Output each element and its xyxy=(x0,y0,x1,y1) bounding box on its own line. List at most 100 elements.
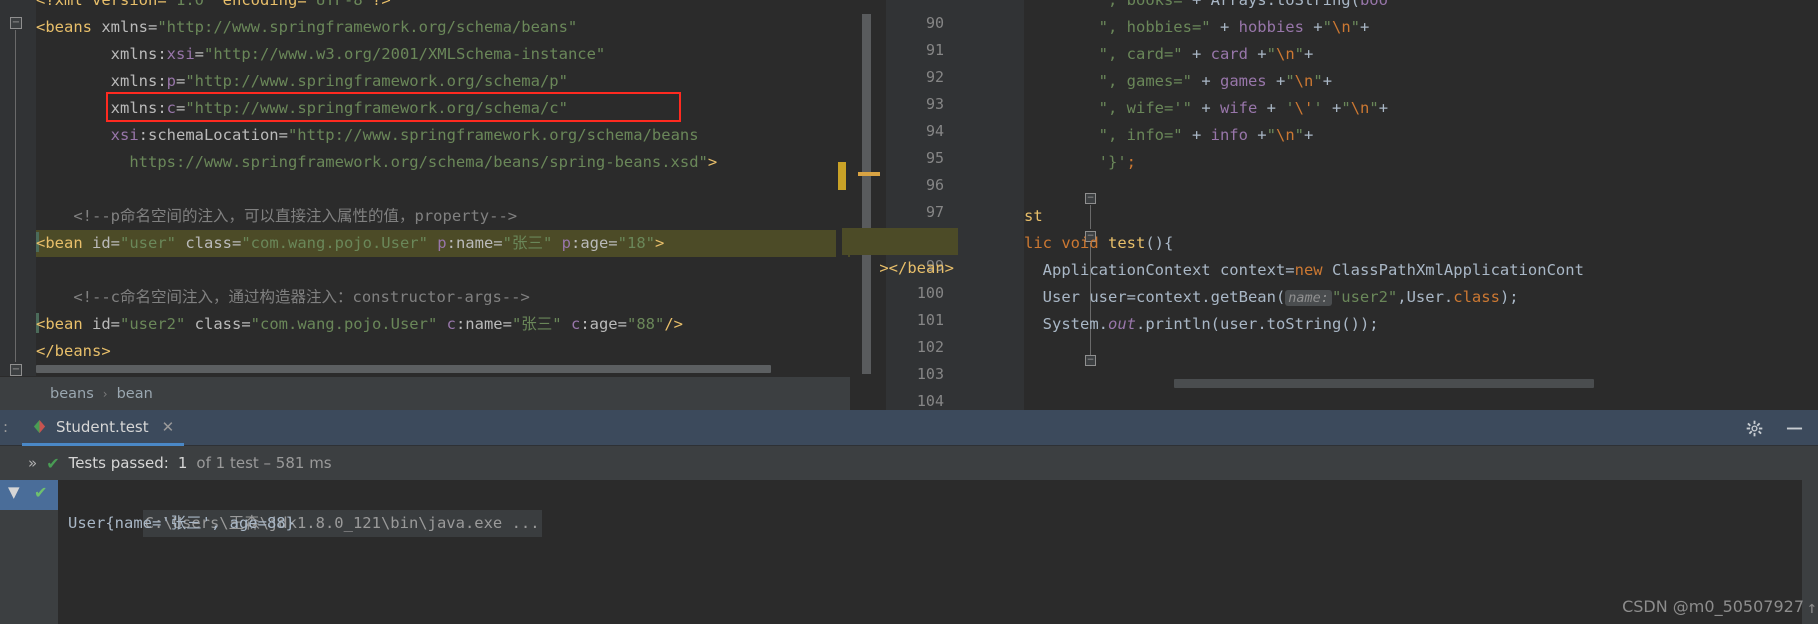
java-line[interactable] xyxy=(1024,338,1818,365)
code-token: /> xyxy=(664,315,683,333)
java-line[interactable]: ApplicationContext context=new ClassPath… xyxy=(1024,257,1818,284)
code-token: ; xyxy=(1126,153,1136,171)
xml-line[interactable] xyxy=(36,257,850,284)
console-vertical-scrollbar[interactable]: ↑ xyxy=(1802,480,1818,624)
code-token: + xyxy=(1247,126,1267,144)
code-token: ' xyxy=(1313,99,1323,117)
parameter-hint: name: xyxy=(1285,290,1332,306)
code-token: + xyxy=(1182,45,1211,63)
xml-line[interactable] xyxy=(36,176,850,203)
java-line[interactable]: ", wife='" + wife + '\'' +"\n"+ xyxy=(1024,95,1818,122)
xml-horizontal-scrollbar[interactable] xyxy=(36,364,850,374)
code-token: + xyxy=(1210,18,1239,36)
run-tab-student-test[interactable]: Student.test ✕ xyxy=(22,410,185,446)
xml-line[interactable]: <bean id="user" class="com.wang.pojo.Use… xyxy=(36,230,850,257)
code-token: \n xyxy=(1331,18,1351,36)
code-token: + xyxy=(1191,72,1220,90)
java-line[interactable]: ", card=" + card +"\n"+ xyxy=(1024,41,1818,68)
java-line[interactable]: ", books= + Arrays.toString(boo xyxy=(1024,0,1818,14)
code-token: <?xml version= xyxy=(36,0,167,9)
code-token: info xyxy=(1210,126,1248,144)
java-line[interactable]: User user=context.getBean(name: "user2",U… xyxy=(1024,284,1818,311)
code-token: " xyxy=(1294,126,1304,144)
code-token: "http://www.springframework.org/schema/p… xyxy=(185,72,568,90)
code-token: ApplicationContext context= xyxy=(1024,261,1295,279)
code-token: = xyxy=(176,99,186,117)
xml-line[interactable]: xmlns:p="http://www.springframework.org/… xyxy=(36,68,850,95)
xml-line[interactable]: xsi:schemaLocation="http://www.springfra… xyxy=(36,122,850,149)
scroll-up-arrow-icon[interactable]: ↑ xyxy=(1807,598,1817,618)
java-line[interactable]: ", hobbies=" + hobbies +"\n"+ xyxy=(1024,14,1818,41)
java-line[interactable] xyxy=(1024,392,1818,410)
code-token: hobbies xyxy=(1238,18,1304,36)
xml-line[interactable]: xmlns:c="http://www.springframework.org/… xyxy=(36,95,850,122)
java-vscroll-thumb[interactable] xyxy=(862,14,871,374)
code-token: + xyxy=(1257,99,1286,117)
xml-line[interactable]: <bean id="user2" class="com.wang.pojo.Us… xyxy=(36,311,850,338)
code-token: p xyxy=(427,234,447,252)
code-token: "张三" xyxy=(502,234,553,252)
java-line[interactable]: lic void test(){ xyxy=(1024,230,1818,257)
java-line[interactable]: ", games=" + games +"\n"+ xyxy=(1024,68,1818,95)
java-line-number: 101 xyxy=(916,311,944,329)
run-test-icon xyxy=(33,419,46,434)
code-token: id= xyxy=(92,315,120,333)
code-token: "user2" xyxy=(1331,288,1398,306)
code-token: c xyxy=(437,315,456,333)
xml-line[interactable]: <?xml version="1.0" encoding="UTF-8"?> xyxy=(36,0,850,14)
expand-chevrons-icon[interactable]: » xyxy=(28,454,37,472)
java-line[interactable]: '}'; xyxy=(1024,149,1818,176)
console-output[interactable]: C:\Users\王森\jdk1.8.0_121\bin\java.exe ..… xyxy=(58,480,1818,624)
java-line[interactable]: System.out.println(user.toString()); xyxy=(1024,311,1818,338)
xml-hscroll-thumb[interactable] xyxy=(36,365,771,373)
breadcrumb-leaf[interactable]: bean xyxy=(117,386,153,402)
code-token: User user=context.getBean( xyxy=(1024,288,1286,306)
xml-line[interactable]: xmlns:xsi="http://www.w3.org/2001/XMLSch… xyxy=(36,41,850,68)
xml-line[interactable]: https://www.springframework.org/schema/b… xyxy=(36,149,850,176)
code-token: ' xyxy=(1285,99,1295,117)
code-token: <bean xyxy=(36,315,92,333)
code-token: class xyxy=(1453,288,1500,306)
xml-code-area[interactable]: <?xml version="1.0" encoding="UTF-8"?> <b… xyxy=(36,0,850,365)
java-line[interactable] xyxy=(1024,176,1818,203)
java-editor-pane[interactable]: 90919293949596979899100101102103104 − − … xyxy=(850,0,1818,410)
xml-line[interactable]: <!--c命名空间注入，通过构造器注入：constructor-args--> xyxy=(36,284,850,311)
code-token: \n xyxy=(1350,99,1370,117)
code-token: <!--p命名空间的注入，可以直接注入属性的值，property--> xyxy=(36,207,518,225)
change-marker-stripe xyxy=(858,172,880,176)
breadcrumb[interactable]: beans › bean xyxy=(0,376,850,410)
xml-bean-line-tail: ></bean> xyxy=(842,228,958,277)
java-marker-gutter[interactable]: − − − xyxy=(988,0,1096,410)
code-token: + xyxy=(1247,45,1267,63)
xml-editor-pane[interactable]: − − <?xml version="1.0" encoding="UTF-8"… xyxy=(0,0,850,410)
gear-icon[interactable] xyxy=(1746,420,1763,437)
code-token: st xyxy=(1024,207,1043,225)
minimize-icon[interactable] xyxy=(1785,420,1804,437)
xml-vertical-scrollbar[interactable] xyxy=(836,0,848,374)
breadcrumb-root[interactable]: beans xyxy=(50,386,94,402)
close-icon[interactable]: ✕ xyxy=(162,418,175,436)
java-line[interactable]: st xyxy=(1024,203,1818,230)
fold-marker-beans-open[interactable]: − xyxy=(10,17,22,29)
xml-gutter[interactable] xyxy=(0,0,36,410)
java-line[interactable]: ", info=" + info +"\n"+ xyxy=(1024,122,1818,149)
fold-marker-beans-close[interactable]: − xyxy=(10,364,22,376)
console-selected-row[interactable]: ▼ ✔ xyxy=(0,480,58,510)
java-line-number: 104 xyxy=(916,392,944,410)
xml-line[interactable]: </beans> xyxy=(36,338,850,365)
code-token: ", books= xyxy=(1024,0,1183,9)
code-token: <bean xyxy=(36,234,92,252)
xml-line[interactable]: <beans xmlns="http://www.springframework… xyxy=(36,14,850,41)
java-vertical-scrollbar[interactable] xyxy=(850,0,886,410)
code-token: " xyxy=(1294,45,1304,63)
collapse-triangle-icon[interactable]: ▼ xyxy=(8,483,20,501)
code-token: card xyxy=(1210,45,1248,63)
code-token: c xyxy=(166,99,176,117)
code-token: "88" xyxy=(626,315,665,333)
console-check-icon: ✔ xyxy=(34,483,48,502)
java-horizontal-scrollbar[interactable] xyxy=(1174,379,1594,388)
xml-line[interactable]: <!--p命名空间的注入，可以直接注入属性的值，property--> xyxy=(36,203,850,230)
code-token: '}' xyxy=(1024,153,1127,171)
java-code-area[interactable]: ", books= + Arrays.toString(boo ", hobbi… xyxy=(1024,0,1818,410)
code-token: new xyxy=(1294,261,1332,279)
